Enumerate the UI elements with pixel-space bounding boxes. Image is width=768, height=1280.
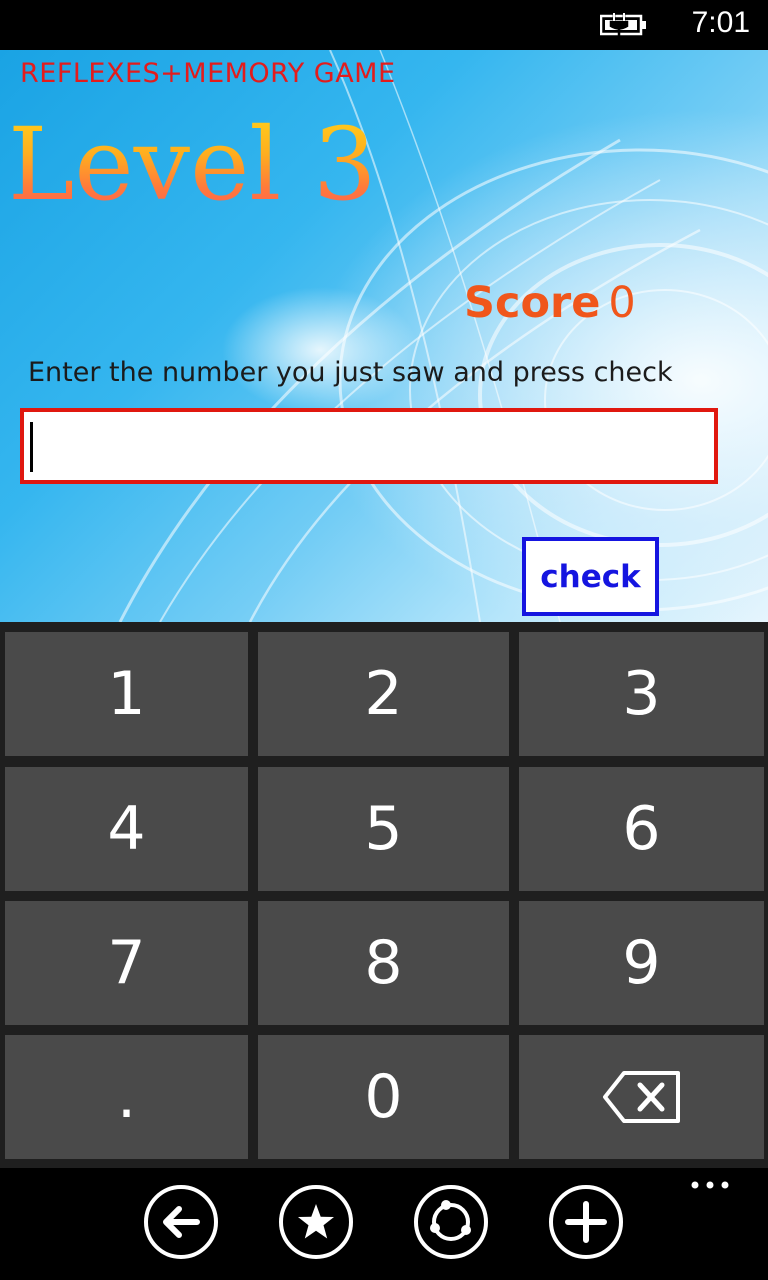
- number-input[interactable]: [20, 408, 718, 484]
- numeric-keypad: 1 2 3 4 5 6 7 8 9 . 0: [0, 622, 768, 1168]
- instruction-text: Enter the number you just saw and press …: [28, 357, 673, 388]
- back-arrow-icon[interactable]: [143, 1184, 219, 1260]
- key-4[interactable]: 4: [5, 767, 248, 891]
- key-1[interactable]: 1: [5, 632, 248, 756]
- add-icon[interactable]: [548, 1184, 624, 1260]
- key-6[interactable]: 6: [519, 767, 764, 891]
- key-3[interactable]: 3: [519, 632, 764, 756]
- key-5[interactable]: 5: [258, 767, 509, 891]
- key-0[interactable]: 0: [258, 1035, 509, 1159]
- level-title: Level 3: [8, 106, 377, 223]
- score-display: Score 0: [464, 278, 636, 328]
- more-dots-icon[interactable]: [688, 1178, 732, 1192]
- clock: 7:01: [691, 6, 750, 39]
- text-caret: [30, 422, 33, 472]
- app-bar: [0, 1168, 768, 1280]
- backspace-icon: [602, 1071, 680, 1123]
- key-9[interactable]: 9: [519, 901, 764, 1025]
- score-label: Score: [464, 278, 601, 328]
- game-screen: REFLEXES+MEMORY GAME Level 3 Score 0 Ente…: [0, 50, 768, 622]
- key-8[interactable]: 8: [258, 901, 509, 1025]
- check-button[interactable]: check: [522, 537, 659, 616]
- star-icon[interactable]: [278, 1184, 354, 1260]
- key-decimal[interactable]: .: [5, 1035, 248, 1159]
- share-icon[interactable]: [413, 1184, 489, 1260]
- status-bar: 7:01: [0, 0, 768, 50]
- app-title: REFLEXES+MEMORY GAME: [20, 58, 396, 89]
- key-7[interactable]: 7: [5, 901, 248, 1025]
- score-value: 0: [608, 278, 636, 328]
- battery-charging-icon: [600, 13, 646, 36]
- key-backspace[interactable]: [519, 1035, 764, 1159]
- key-2[interactable]: 2: [258, 632, 509, 756]
